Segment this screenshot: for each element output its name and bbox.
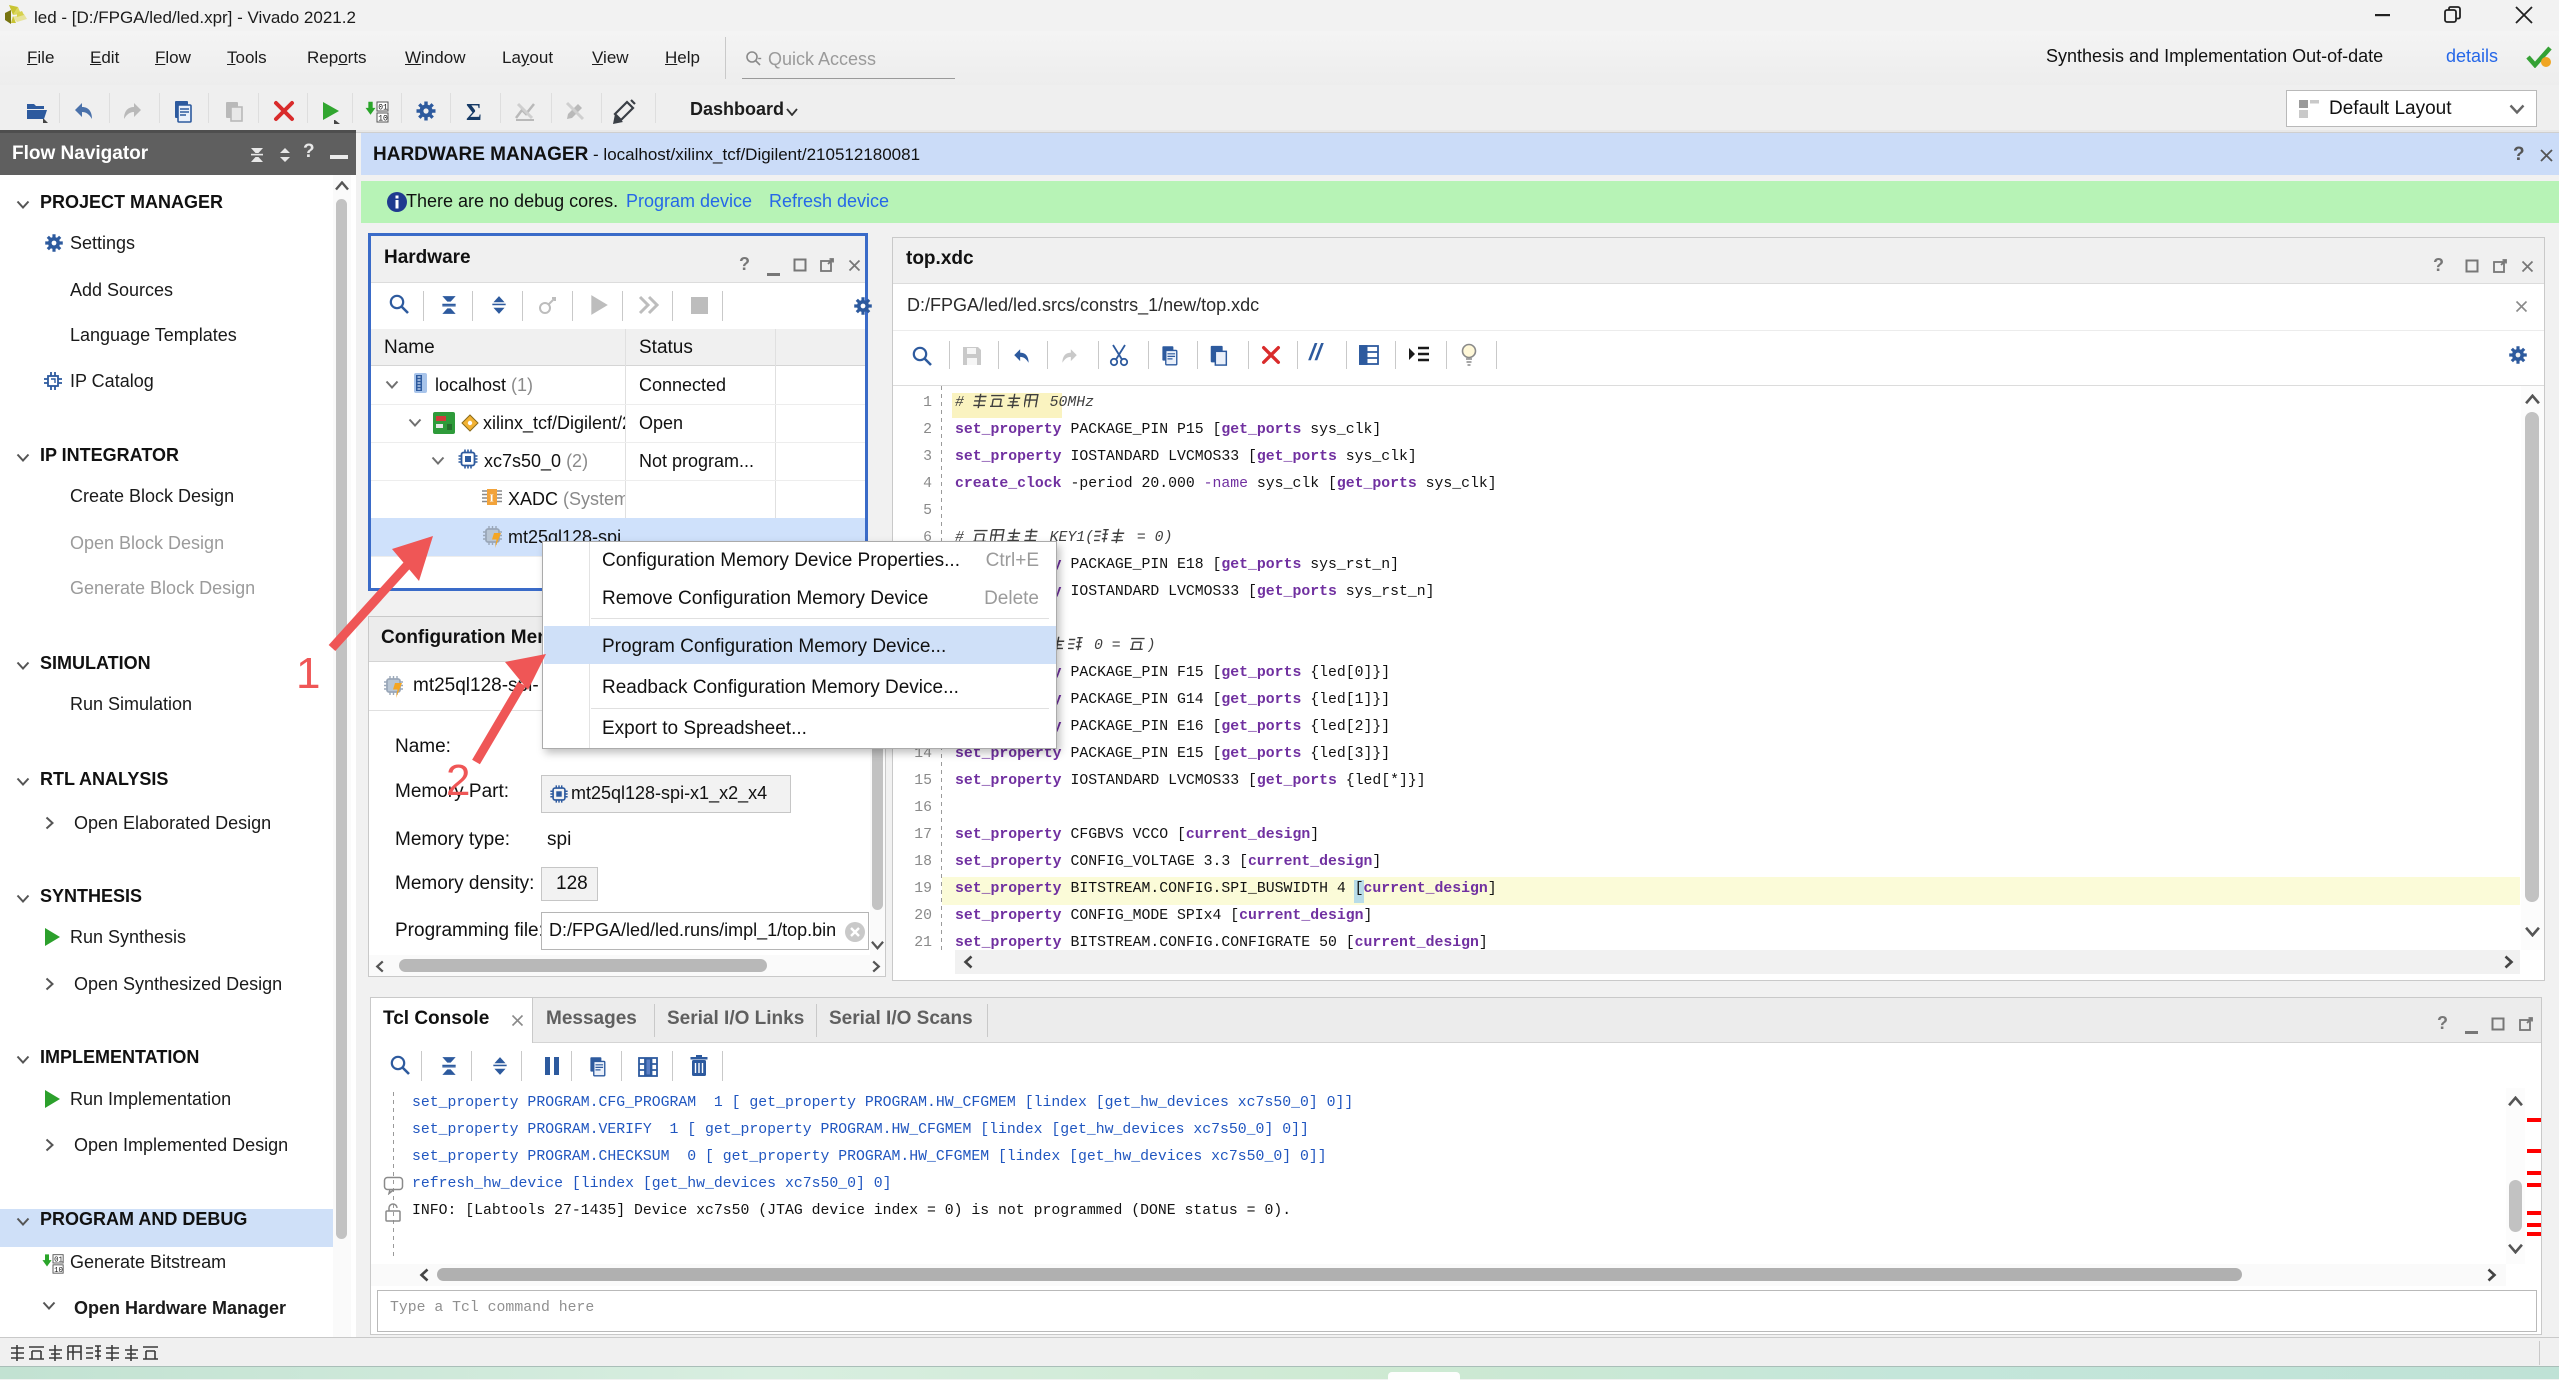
svg-text:10: 10 (54, 1267, 63, 1275)
svg-text:I: I (490, 493, 494, 505)
svg-text:Σ: Σ (466, 100, 482, 124)
svg-text:01: 01 (378, 104, 388, 113)
svg-text:10: 10 (378, 115, 388, 124)
svg-text:01: 01 (54, 1257, 63, 1265)
